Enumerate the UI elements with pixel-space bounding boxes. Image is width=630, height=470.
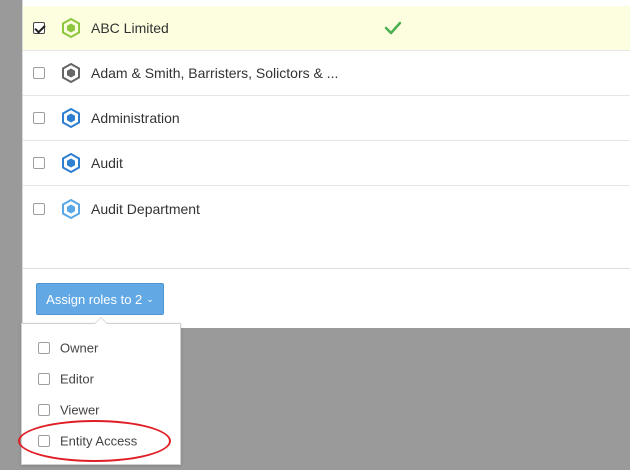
role-label: Viewer — [60, 402, 100, 417]
hexagon-blue-icon — [62, 108, 80, 128]
entity-label: Administration — [91, 110, 180, 126]
entity-label: Audit Department — [91, 200, 200, 217]
role-option-owner[interactable]: Owner — [22, 332, 182, 363]
assign-roles-label: Assign roles to 2 — [46, 291, 143, 307]
entity-checkbox[interactable] — [33, 202, 45, 215]
entity-checkbox[interactable] — [33, 112, 45, 124]
entity-list-panel: ABC Limited Adam & Smith, Barristers, So… — [22, 0, 630, 328]
role-label: Owner — [60, 340, 99, 355]
hexagon-blue-icon — [62, 153, 80, 173]
entity-row-adam-smith[interactable]: Adam & Smith, Barristers, Solictors & ..… — [23, 51, 630, 96]
checkmark-icon — [384, 21, 402, 35]
role-label: Entity Access — [60, 433, 138, 448]
role-checkbox[interactable] — [38, 434, 50, 447]
entity-row-abc-limited[interactable]: ABC Limited — [23, 6, 630, 51]
hexagon-lightblue-icon — [62, 198, 80, 219]
role-checkbox[interactable] — [38, 372, 50, 385]
role-label: Editor — [60, 371, 94, 386]
role-option-viewer[interactable]: Viewer — [22, 394, 182, 425]
role-checkbox[interactable] — [38, 403, 50, 416]
entity-checkbox[interactable] — [33, 157, 45, 169]
entity-label: ABC Limited — [91, 20, 169, 36]
assign-roles-button[interactable]: Assign roles to 2 ⌄ — [36, 283, 164, 315]
entity-checkbox[interactable] — [33, 22, 45, 34]
entity-label: Audit — [91, 155, 123, 171]
chevron-down-icon: ⌄ — [146, 293, 154, 304]
entity-row-audit-department[interactable]: Audit Department — [23, 186, 630, 231]
role-checkbox[interactable] — [38, 341, 50, 354]
role-option-entity-access[interactable]: Entity Access — [22, 425, 182, 456]
hexagon-green-icon — [62, 18, 80, 38]
hexagon-grey-icon — [62, 63, 80, 83]
entity-checkbox[interactable] — [33, 67, 45, 79]
entity-row-administration[interactable]: Administration — [23, 96, 630, 141]
roles-dropdown-menu: Owner Editor Viewer Entity Access — [21, 317, 182, 465]
role-option-editor[interactable]: Editor — [22, 363, 182, 394]
entity-label: Adam & Smith, Barristers, Solictors & ..… — [91, 65, 339, 81]
entity-row-audit[interactable]: Audit — [23, 141, 630, 186]
footer-divider — [23, 268, 630, 269]
